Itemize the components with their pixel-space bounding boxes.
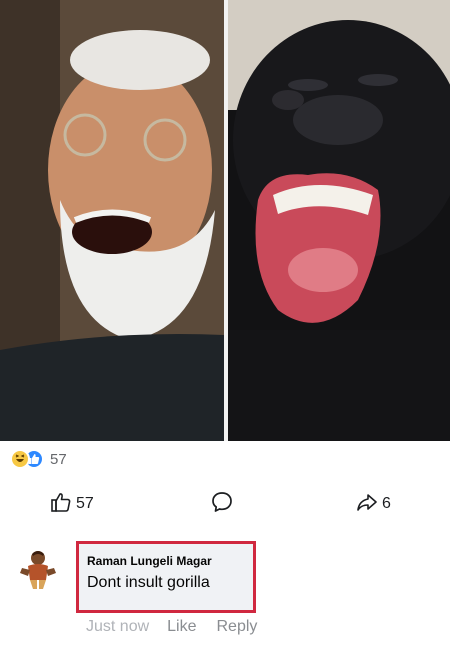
comment-item: Raman Lungeli Magar Dont insult gorilla … [14,540,444,644]
comment-author[interactable]: Raman Lungeli Magar [87,554,245,568]
comment-text: Dont insult gorilla [87,574,210,591]
avatar-icon[interactable] [18,546,58,590]
share-count: 6 [382,495,391,512]
haha-emoji-icon [10,449,30,469]
comment-like-button[interactable]: Like [167,618,196,636]
comment-bubble-icon [210,490,234,519]
post-action-bar: 57 6 [0,486,450,522]
right-photo-laughing-gorilla [228,0,450,441]
comment-button[interactable] [210,486,234,522]
left-photo-laughing-man [0,0,224,441]
comment-bubble[interactable]: Raman Lungeli Magar Dont insult gorilla [76,541,256,613]
comment-meta: Just now Like Reply [86,618,257,636]
share-arrow-icon [356,491,378,518]
like-button[interactable]: 57 [50,486,94,522]
share-button[interactable]: 6 [356,486,391,522]
post-image[interactable] [0,0,450,441]
reaction-summary[interactable]: 57 [10,448,67,470]
like-count: 57 [76,495,94,512]
comment-reply-button[interactable]: Reply [217,618,258,636]
comment-timestamp: Just now [86,618,150,635]
reaction-count: 57 [50,450,67,468]
thumbs-up-icon [50,491,72,518]
